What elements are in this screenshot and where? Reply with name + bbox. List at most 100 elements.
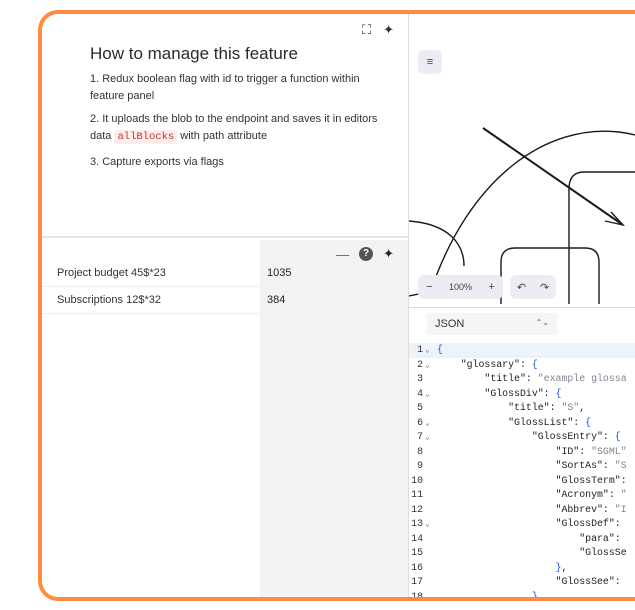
line-number: 9: [417, 460, 423, 471]
line-number: 3: [417, 373, 423, 384]
code-token: "S": [561, 402, 580, 413]
ai-sparkle-icon[interactable]: ✦: [383, 246, 394, 262]
code-line[interactable]: 14 "para":: [409, 532, 635, 547]
table-row[interactable]: Subscriptions 12$*32: [42, 287, 260, 314]
line-number: 12: [411, 503, 423, 515]
code-line[interactable]: 11 "Acronym": ": [409, 488, 635, 503]
line-number: 6: [417, 416, 423, 428]
code-token: "GlossSee":: [437, 576, 627, 587]
zoom-controls: − 100% +: [418, 275, 503, 299]
code-line[interactable]: 5 "title": "S",: [409, 401, 635, 416]
code-token: "para":: [437, 532, 627, 544]
line-number: 18: [411, 590, 423, 601]
select-chevron-icon: ⌃⌄: [535, 318, 549, 327]
code-token: "I: [614, 503, 627, 515]
code-line[interactable]: 7 ⌄ "GlossEntry": {: [409, 430, 635, 445]
code-line[interactable]: 13 ⌄ "GlossDef":: [409, 517, 635, 532]
code-line[interactable]: 18 }: [409, 590, 635, 601]
code-token: "GlossTerm":: [437, 474, 627, 486]
code-text: "GlossDiv": {: [437, 388, 561, 399]
code-line[interactable]: 3 "title": "example glossa: [409, 372, 635, 387]
zoom-out-button[interactable]: −: [426, 281, 432, 293]
code-token: }: [437, 561, 562, 573]
code-text: "GlossSe: [437, 547, 627, 558]
line-number: 10: [411, 474, 423, 486]
code-text: "GlossSee":: [437, 576, 627, 587]
code-token: ,: [561, 561, 568, 573]
fold-chevron-icon[interactable]: ⌄: [423, 518, 437, 533]
code-token: "title":: [437, 402, 562, 413]
fold-chevron-icon[interactable]: ⌄: [423, 431, 437, 446]
code-line[interactable]: 10 "GlossTerm":: [409, 474, 635, 489]
code-text: "GlossList": {: [437, 417, 591, 428]
line-number: 7: [417, 431, 423, 442]
code-token: "ID":: [437, 445, 592, 457]
code-text: "para":: [437, 533, 627, 544]
minimize-icon[interactable]: —: [336, 247, 349, 262]
code-token: "GlossList":: [437, 416, 586, 428]
code-token: ,: [579, 402, 586, 413]
code-line[interactable]: 9 "SortAs": "S: [409, 459, 635, 474]
code-line[interactable]: 6 ⌄ "GlossList": {: [409, 416, 635, 431]
code-line[interactable]: 1 ⌄{: [409, 343, 635, 358]
row-label: Subscriptions 12$*32: [57, 294, 161, 306]
arc-shape: [428, 130, 635, 297]
row-value: 1035: [267, 267, 292, 279]
code-token: "GlossSe: [437, 547, 627, 558]
row-value: 384: [267, 294, 286, 306]
line-number: 8: [417, 445, 423, 457]
language-select[interactable]: JSON ⌃⌄: [427, 313, 557, 335]
fold-chevron-icon[interactable]: ⌄: [423, 417, 437, 432]
ai-sparkle-icon[interactable]: ✦: [383, 22, 394, 38]
code-token: "SGML": [591, 445, 627, 457]
left-panel: ⛶ ✦ How to manage this feature 1. Redux …: [42, 14, 409, 597]
list-item: 3. Capture exports via flags: [90, 156, 224, 168]
code-token: "GlossEntry":: [437, 431, 615, 442]
code-token: }: [437, 590, 538, 601]
line-number: 2: [417, 358, 423, 370]
code-token: {: [555, 387, 562, 399]
code-text: "GlossTerm":: [437, 475, 627, 486]
code-editor[interactable]: JSON ⌃⌄ 1 ⌄{2 ⌄ "glossary": {3 "title": "ex…: [409, 309, 635, 597]
code-line[interactable]: 12 "Abbrev": "I: [409, 503, 635, 518]
code-text: "SortAs": "S: [437, 460, 627, 471]
fold-chevron-icon[interactable]: ⌄: [423, 344, 437, 359]
code-lines: 1 ⌄{2 ⌄ "glossary": {3 "title": "example g…: [409, 343, 635, 601]
code-text: }: [437, 590, 538, 601]
fullscreen-icon[interactable]: ⛶: [362, 22, 371, 38]
code-line[interactable]: 17 "GlossSee":: [409, 575, 635, 590]
calc-table: — ? ✦ Project budget 45$*23 1035 Subscri…: [42, 240, 408, 597]
language-value: JSON: [435, 318, 465, 330]
code-text: },: [437, 561, 568, 573]
zoom-in-button[interactable]: +: [488, 281, 494, 293]
code-token: "example glossa: [537, 373, 627, 384]
code-token: "SortAs":: [437, 460, 615, 471]
redo-button[interactable]: ↷: [540, 281, 549, 294]
app-frame: ⛶ ✦ How to manage this feature 1. Redux …: [38, 10, 635, 601]
line-number: 14: [411, 532, 423, 544]
code-token: {: [585, 416, 592, 428]
list-item: 1. Redux boolean flag with id to trigger…: [90, 73, 360, 102]
fold-chevron-icon[interactable]: ⌄: [423, 359, 437, 374]
code-token: "S: [614, 460, 627, 471]
drawing-canvas[interactable]: ≡ − 100% + ↶ ↷: [409, 14, 635, 308]
fold-chevron-icon[interactable]: ⌄: [423, 388, 437, 403]
code-line[interactable]: 16 },: [409, 561, 635, 576]
hamburger-icon: ≡: [426, 56, 434, 68]
menu-button[interactable]: ≡: [418, 50, 442, 74]
line-number: 5: [417, 402, 423, 413]
text: with path attribute: [177, 130, 268, 142]
code-line[interactable]: 4 ⌄ "GlossDiv": {: [409, 387, 635, 402]
code-line[interactable]: 2 ⌄ "glossary": {: [409, 358, 635, 373]
arrow-line: [482, 127, 624, 226]
code-line[interactable]: 8 "ID": "SGML": [409, 445, 635, 460]
code-text: "GlossDef":: [437, 518, 627, 529]
line-number: 13: [411, 518, 423, 529]
code-line[interactable]: 15 "GlossSe: [409, 546, 635, 561]
table-row[interactable]: Project budget 45$*23: [42, 260, 260, 287]
help-icon[interactable]: ?: [359, 247, 374, 261]
undo-button[interactable]: ↶: [517, 281, 526, 294]
code-text: "title": "S",: [437, 402, 585, 413]
code-text: "Abbrev": "I: [437, 504, 627, 515]
code-text: {: [437, 344, 443, 355]
